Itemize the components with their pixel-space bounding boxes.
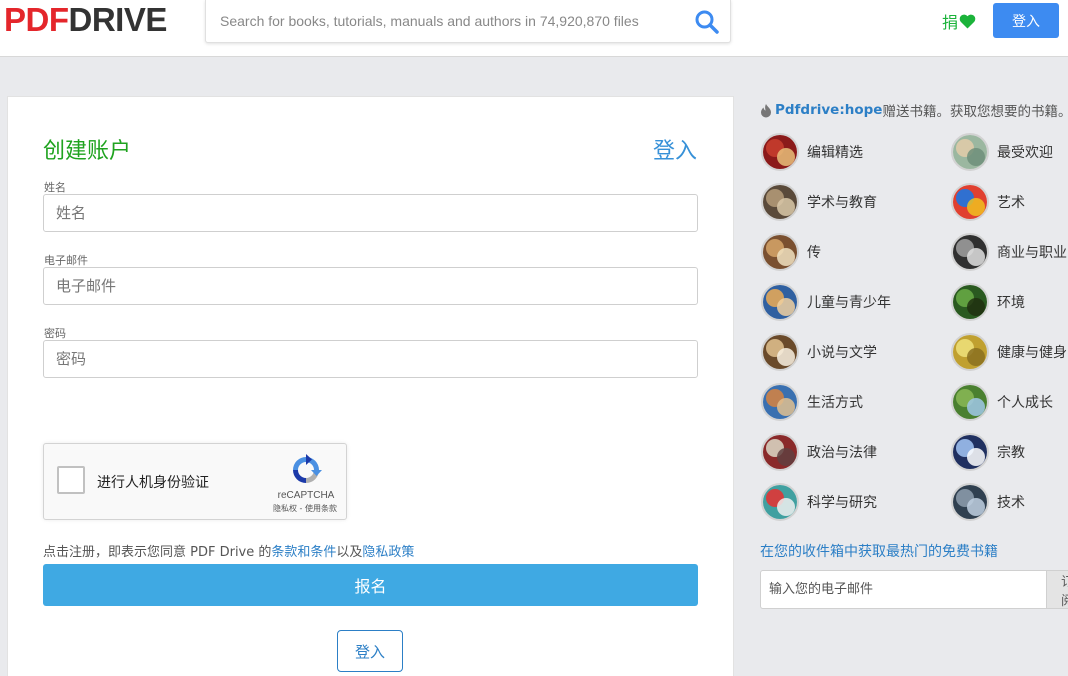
children-youth-icon [761,283,799,321]
biography-icon [761,233,799,271]
logo-drive-text: DRIVE [68,1,168,38]
personal-growth-icon [951,383,989,421]
category-label: 编辑精选 [807,145,863,161]
category-item[interactable]: 健康与健身 [951,333,1067,371]
recaptcha-widget: 进行人机身份验证 reCAPTCHA 隐私权 - 使用条款 [43,443,347,520]
terms-link[interactable]: 条款和条件 [271,545,336,560]
search-icon [695,10,719,34]
newsletter-email-input[interactable] [760,570,1047,609]
recaptcha-logo-icon [293,454,322,483]
terms-notice: 点击注册，即表示您同意 PDF Drive 的条款和条件以及隐私政策 [43,541,414,560]
form-login-link[interactable]: 登入 [653,133,697,165]
most-popular-icon [951,133,989,171]
search-bar [205,0,731,43]
donate-label: 捐 [942,13,959,32]
fiction-literature-icon [761,333,799,371]
recaptcha-brand: reCAPTCHA [277,490,335,501]
category-item[interactable]: 政治与法律 [761,433,877,471]
category-label: 宗教 [997,445,1025,461]
logo-pdf-text: PDF [4,1,69,38]
recaptcha-label: 进行人机身份验证 [97,475,209,491]
category-item[interactable]: 儿童与青少年 [761,283,891,321]
art-icon [951,183,989,221]
email-field[interactable] [43,267,698,305]
category-item[interactable]: 宗教 [951,433,1025,471]
name-field[interactable] [43,194,698,232]
pdf-drive-logo[interactable]: PDFDRIVE [4,2,167,38]
donation-promo: Pdfdrive:hope 赠送书籍。获取您想要的书籍。 [759,100,1068,120]
signup-button[interactable]: 报名 [43,564,698,606]
category-label: 学术与教育 [807,195,877,211]
health-fitness-icon [951,333,989,371]
category-label: 环境 [997,295,1025,311]
category-label: 艺术 [997,195,1025,211]
category-label: 最受欢迎 [997,145,1053,161]
email-field-label: 电子邮件 [44,254,88,267]
header-login-button[interactable]: 登入 [993,3,1059,38]
category-item[interactable]: 编辑精选 [761,133,863,171]
heart-icon [959,14,976,28]
category-label: 技术 [997,495,1025,511]
password-field[interactable] [43,340,698,378]
lifestyle-icon [761,383,799,421]
signup-panel: 创建账户 登入 姓名 电子邮件 密码 进行人机身份验证 reCAPTCHA 隐私… [7,96,734,676]
category-item[interactable]: 个人成长 [951,383,1053,421]
category-item[interactable]: 技术 [951,483,1025,521]
promo-link[interactable]: Pdfdrive:hope [775,102,882,118]
promo-text: 赠送书籍。获取您想要的书籍。 [882,104,1068,120]
business-career-icon [951,233,989,271]
category-item[interactable]: 商业与职业 [951,233,1067,271]
name-field-label: 姓名 [44,181,66,194]
category-label: 生活方式 [807,395,863,411]
category-item[interactable]: 科学与研究 [761,483,877,521]
category-item[interactable]: 传 [761,233,821,271]
recaptcha-privacy-terms-links[interactable]: 隐私权 - 使用条款 [262,503,348,514]
donate-link[interactable]: 捐 [942,9,976,33]
site-header: PDFDRIVE 捐 登入 [0,0,1068,57]
category-item[interactable]: 环境 [951,283,1025,321]
category-item[interactable]: 学术与教育 [761,183,877,221]
subscribe-button[interactable]: 订阅 [1046,570,1068,609]
category-label: 科学与研究 [807,495,877,511]
category-label: 传 [807,245,821,261]
newsletter-title: 在您的收件箱中获取最热门的免费书籍 [760,544,998,560]
terms-prefix: 点击注册，即表示您同意 PDF Drive 的 [43,545,272,560]
page-title: 创建账户 [43,139,132,164]
privacy-link[interactable]: 隐私政策 [362,545,414,560]
recaptcha-checkbox[interactable] [57,466,85,494]
environment-icon [951,283,989,321]
category-label: 健康与健身 [997,345,1067,361]
category-item[interactable]: 小说与文学 [761,333,877,371]
editors-choice-icon [761,133,799,171]
category-label: 政治与法律 [807,445,877,461]
search-button[interactable] [694,9,720,35]
category-label: 小说与文学 [807,345,877,361]
password-field-label: 密码 [44,327,66,340]
fire-icon [761,103,771,117]
category-item[interactable]: 艺术 [951,183,1025,221]
politics-law-icon [761,433,799,471]
academic-education-icon [761,183,799,221]
category-label: 商业与职业 [997,245,1067,261]
category-label: 个人成长 [997,395,1053,411]
search-input[interactable] [206,0,676,42]
religion-icon [951,433,989,471]
bottom-login-button[interactable]: 登入 [337,630,403,672]
category-label: 儿童与青少年 [807,295,891,311]
category-item[interactable]: 生活方式 [761,383,863,421]
science-research-icon [761,483,799,521]
terms-middle: 以及 [336,545,363,560]
technology-icon [951,483,989,521]
category-item[interactable]: 最受欢迎 [951,133,1053,171]
